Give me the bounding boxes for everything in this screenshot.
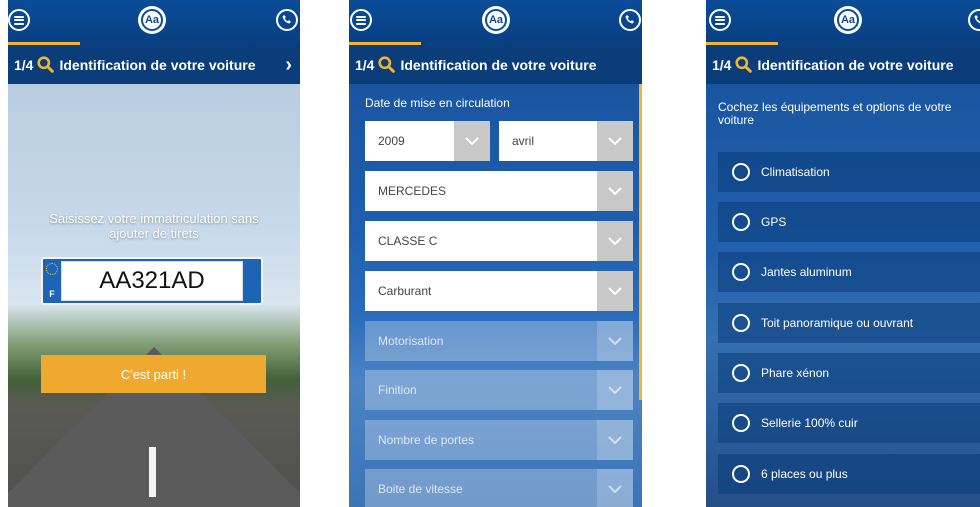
month-select[interactable]: avril: [499, 121, 633, 161]
option-label: Phare xénon: [761, 366, 830, 380]
option-toit[interactable]: Toit panoramique ou ouvrant: [718, 303, 980, 343]
equipment-instruction: Cochez les équipements et options de vot…: [718, 100, 952, 127]
radio-icon: [732, 213, 750, 231]
screen-plate-entry: Aa 1/4 Identification de votre voiture ›…: [8, 0, 300, 507]
phone-icon: [625, 15, 634, 24]
radio-icon: [732, 263, 750, 281]
option-jantes[interactable]: Jantes aluminum: [718, 252, 980, 292]
option-gps[interactable]: GPS: [718, 202, 980, 242]
year-value: 2009: [378, 134, 405, 148]
doors-select[interactable]: Nombre de portes: [365, 420, 633, 460]
menu-icon: [14, 15, 24, 25]
radio-icon: [732, 465, 750, 483]
road-background: [706, 84, 980, 507]
phone-icon: [974, 15, 980, 24]
doors-value: Nombre de portes: [378, 433, 475, 447]
prompt-line-2: ajouter de tirets: [109, 226, 199, 241]
chevron-down-icon: [597, 221, 633, 261]
chevron-down-icon: [597, 271, 633, 311]
chevron-down-icon: [597, 420, 633, 460]
brand-select[interactable]: MERCEDES: [365, 171, 633, 211]
start-button[interactable]: C'est parti !: [41, 355, 266, 393]
chevron-down-icon: [597, 469, 633, 507]
phone-button[interactable]: [276, 9, 298, 31]
step-number: 1/4: [355, 56, 375, 73]
brand-value: MERCEDES: [378, 184, 447, 198]
menu-button[interactable]: [709, 9, 731, 31]
option-phare[interactable]: Phare xénon: [718, 353, 980, 393]
plate-country: F: [49, 289, 55, 299]
step-title: Identification de votre voiture: [59, 56, 256, 73]
menu-button[interactable]: [350, 9, 372, 31]
eu-stars-icon: [46, 263, 58, 275]
option-label: GPS: [761, 215, 787, 229]
prompt-line-1: Saisissez votre immatriculation sans: [49, 211, 259, 226]
plate-input[interactable]: AA321AD: [61, 261, 243, 301]
chevron-down-icon: [597, 171, 633, 211]
option-sellerie[interactable]: Sellerie 100% cuir: [718, 403, 980, 443]
lane-marking: [149, 447, 156, 497]
chevron-down-icon: [597, 121, 633, 161]
option-climatisation[interactable]: Climatisation: [718, 152, 980, 192]
logo-text: Aa: [141, 9, 163, 31]
step-header: 1/4 Identification de votre voiture: [706, 45, 980, 84]
finish-select[interactable]: Finition: [365, 370, 633, 410]
option-label: Jantes aluminum: [761, 265, 852, 279]
step-number: 1/4: [712, 56, 732, 73]
option-label: 6 places ou plus: [761, 467, 848, 481]
step-title: Identification de votre voiture: [400, 56, 597, 73]
chevron-down-icon: [454, 121, 490, 161]
license-plate: F AA321AD: [41, 257, 263, 305]
top-bar: Aa: [706, 0, 980, 45]
month-value: avril: [512, 134, 535, 148]
chevron-right-icon[interactable]: ›: [285, 54, 292, 77]
step-title: Identification de votre voiture: [757, 56, 954, 73]
model-value: CLASSE C: [378, 234, 438, 248]
phone-icon: [282, 15, 291, 24]
step-header: 1/4 Identification de votre voiture ›: [8, 45, 300, 84]
option-places[interactable]: 6 places ou plus: [718, 454, 980, 494]
logo: Aa: [138, 6, 166, 34]
plate-prompt: Saisissez votre immatriculation sans ajo…: [8, 211, 300, 241]
top-bar: Aa: [349, 0, 642, 45]
screen-equipment-options: Aa 1/4 Identification de votre voiture C…: [706, 0, 980, 507]
engine-value: Motorisation: [378, 334, 444, 348]
top-bar: Aa: [8, 0, 300, 45]
model-select[interactable]: CLASSE C: [365, 221, 633, 261]
phone-button[interactable]: [619, 9, 641, 31]
radio-icon: [732, 364, 750, 382]
logo-text: Aa: [485, 9, 507, 31]
menu-icon: [356, 15, 366, 25]
gearbox-select[interactable]: Boite de vitesse: [365, 469, 633, 507]
scrollbar[interactable]: [639, 84, 642, 400]
date-label: Date de mise en circulation: [365, 96, 510, 110]
chevron-down-icon: [597, 370, 633, 410]
menu-button[interactable]: [8, 9, 30, 31]
option-label: Sellerie 100% cuir: [761, 416, 858, 430]
fuel-select[interactable]: Carburant: [365, 271, 633, 311]
engine-select[interactable]: Motorisation: [365, 321, 633, 361]
eu-band: F: [43, 259, 61, 303]
radio-icon: [732, 163, 750, 181]
screen-vehicle-details: Aa 1/4 Identification de votre voiture D…: [349, 0, 642, 507]
chevron-down-icon: [597, 321, 633, 361]
gearbox-value: Boite de vitesse: [378, 482, 463, 496]
year-select[interactable]: 2009: [365, 121, 490, 161]
logo-text: Aa: [837, 9, 859, 31]
step-header: 1/4 Identification de votre voiture: [349, 45, 642, 84]
fuel-value: Carburant: [378, 284, 432, 298]
radio-icon: [732, 414, 750, 432]
logo: Aa: [834, 6, 862, 34]
menu-icon: [715, 15, 725, 25]
phone-button[interactable]: [968, 9, 980, 31]
search-icon: [378, 56, 396, 73]
search-icon: [735, 56, 753, 73]
step-number: 1/4: [14, 56, 34, 73]
option-label: Climatisation: [761, 165, 830, 179]
option-label: Toit panoramique ou ouvrant: [761, 316, 914, 330]
finish-value: Finition: [378, 383, 417, 397]
radio-icon: [732, 314, 750, 332]
search-icon: [37, 56, 55, 73]
logo: Aa: [482, 6, 510, 34]
